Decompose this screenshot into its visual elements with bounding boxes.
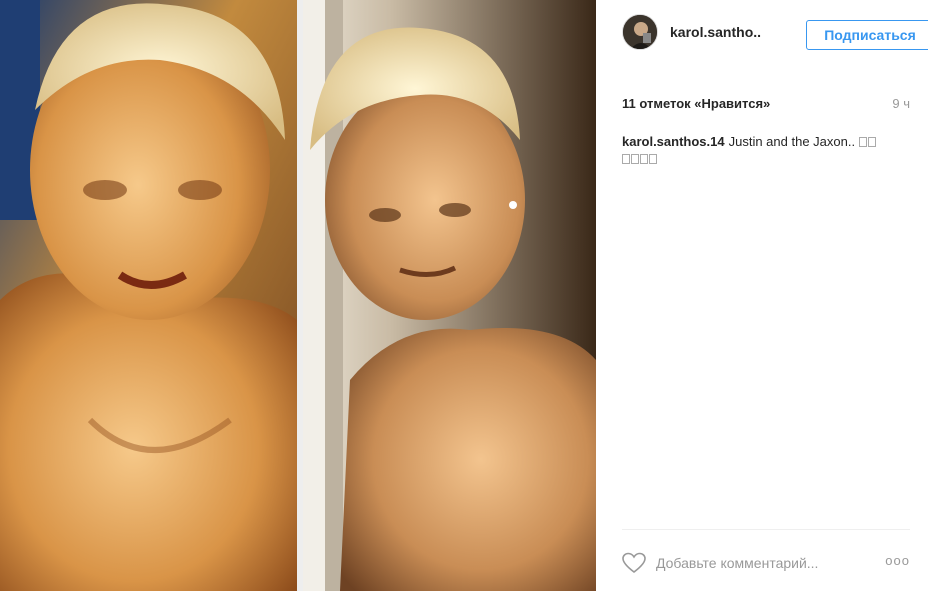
comment-bar: ooo — [622, 548, 910, 578]
avatar[interactable] — [622, 14, 658, 50]
post-header: karol.santho.. Подписаться — [622, 14, 928, 54]
photo-collage — [0, 0, 596, 591]
avatar-image — [623, 15, 657, 49]
post-photo — [0, 0, 596, 591]
heart-icon[interactable] — [622, 552, 646, 574]
follow-button[interactable]: Подписаться — [806, 20, 928, 50]
divider — [622, 529, 910, 530]
likes-count[interactable]: 11 отметок «Нравится» — [622, 96, 770, 111]
post-author-username[interactable]: karol.santho.. — [670, 24, 761, 40]
more-options-icon[interactable]: ooo — [885, 553, 910, 568]
comment-input[interactable] — [656, 552, 866, 574]
emoji-placeholder-line — [622, 150, 906, 167]
caption-text: Justin and the Jaxon.. — [728, 134, 856, 149]
likes-row: 11 отметок «Нравится» 9 ч — [622, 96, 910, 114]
post-timestamp[interactable]: 9 ч — [892, 96, 910, 111]
emoji-placeholder — [858, 134, 877, 149]
post-sidebar: karol.santho.. Подписаться 11 отметок «Н… — [596, 0, 928, 591]
post-caption: karol.santhos.14 Justin and the Jaxon.. — [622, 133, 906, 167]
caption-username[interactable]: karol.santhos.14 — [622, 134, 725, 149]
